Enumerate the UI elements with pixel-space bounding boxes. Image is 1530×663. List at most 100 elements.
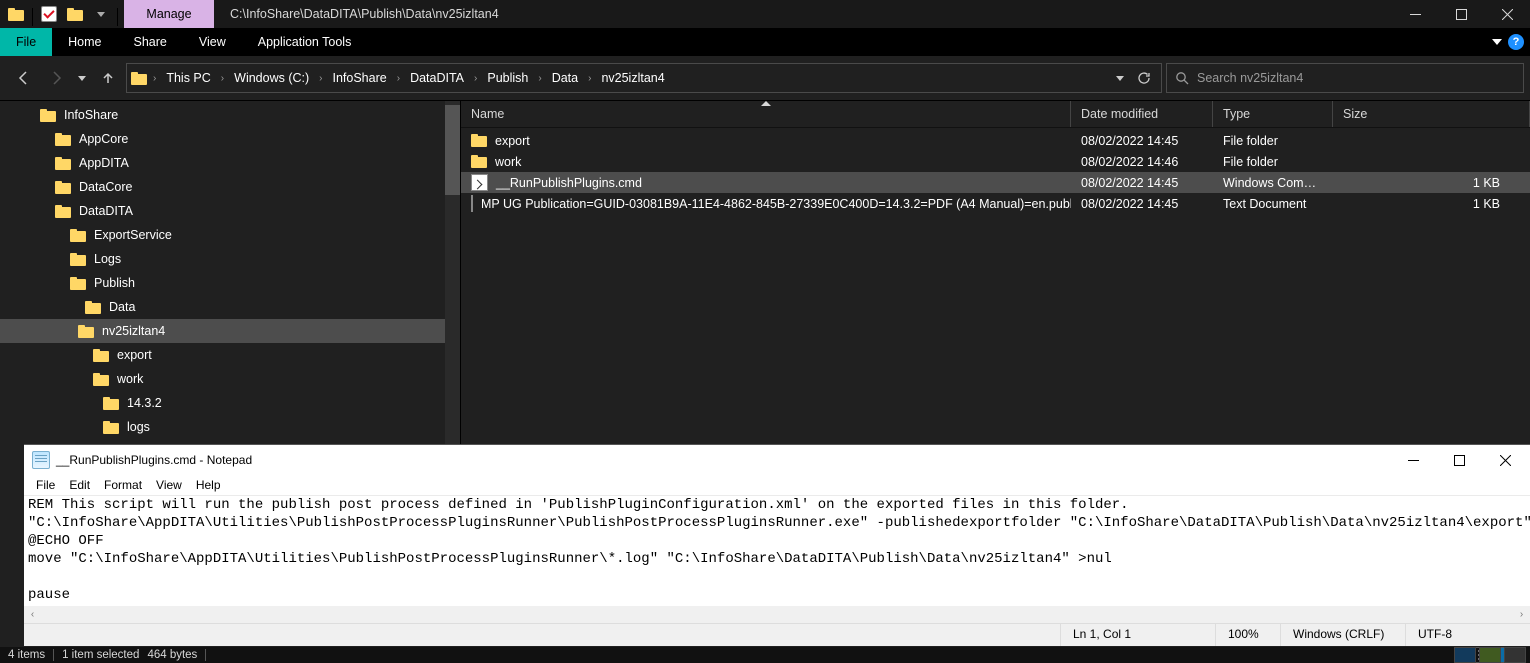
nav-back-button[interactable] [10,64,38,92]
notepad-menu-format[interactable]: Format [98,477,148,493]
folder-icon [93,373,109,386]
list-item[interactable]: work08/02/2022 14:46File folder [461,151,1530,172]
tree-item[interactable]: Publish [0,271,445,295]
address-folder-icon [131,72,147,85]
notepad-status-encoding: UTF-8 [1405,624,1530,646]
menu-view[interactable]: View [183,28,242,56]
qat-new-folder-icon[interactable] [63,0,87,28]
tray-icon[interactable] [1504,647,1526,663]
menu-file[interactable]: File [0,28,52,56]
notepad-window: __RunPublishPlugins.cmd - Notepad File E… [24,444,1530,646]
folder-icon [40,109,56,122]
column-header-date[interactable]: Date modified [1071,101,1213,127]
menu-home[interactable]: Home [52,28,117,56]
address-history-caret-icon[interactable] [1109,67,1131,89]
cmd-file-icon [471,174,488,191]
minimize-button[interactable] [1392,0,1438,28]
breadcrumb[interactable]: This PC [162,69,214,87]
column-header-type[interactable]: Type [1213,101,1333,127]
list-item[interactable]: MP UG Publication=GUID-03081B9A-11E4-486… [461,193,1530,214]
notepad-menu-file[interactable]: File [30,477,61,493]
tree-item[interactable]: DataDITA [0,199,445,223]
notepad-title-bar[interactable]: __RunPublishPlugins.cmd - Notepad [24,445,1530,475]
list-header: Name Date modified Type Size [461,101,1530,128]
notepad-status-eol: Windows (CRLF) [1280,624,1405,646]
notepad-menu-view[interactable]: View [150,477,188,493]
tree-item[interactable]: AppCore [0,127,445,151]
notepad-text-area[interactable]: REM This script will run the publish pos… [24,495,1530,606]
folder-icon [78,325,94,338]
nav-up-button[interactable] [94,64,122,92]
tree-item[interactable]: work [0,367,445,391]
ribbon-context-tab-manage[interactable]: Manage [124,0,214,28]
notepad-maximize-button[interactable] [1436,445,1482,475]
notepad-menu-help[interactable]: Help [190,477,227,493]
tree-item-label: Logs [94,252,121,266]
qat-customize-caret-icon[interactable] [89,0,113,28]
column-header-size[interactable]: Size [1333,101,1530,127]
tree-item-label: export [117,348,152,362]
chevron-right-icon: › [472,73,479,84]
maximize-button[interactable] [1438,0,1484,28]
search-input[interactable]: Search nv25izltan4 [1166,63,1524,93]
folder-icon [70,229,86,242]
tree-item-label: Data [109,300,135,314]
breadcrumb[interactable]: Data [548,69,582,87]
folder-icon [103,421,119,434]
tree-item[interactable]: 14.3.2 [0,391,445,415]
quick-access-toolbar [0,0,124,28]
tree-item[interactable]: export [0,343,445,367]
explorer-menu-bar: File Home Share View Application Tools ? [0,28,1530,56]
notepad-menu-edit[interactable]: Edit [63,477,96,493]
breadcrumb[interactable]: DataDITA [406,69,468,87]
qat-properties-icon[interactable] [37,0,61,28]
explorer-status-bar: 4 items 1 item selected 464 bytes [0,647,1530,663]
tree-item-label: InfoShare [64,108,118,122]
close-button[interactable] [1484,0,1530,28]
nav-history-dropdown[interactable] [74,64,90,92]
tree-item[interactable]: logs [0,415,445,439]
breadcrumb[interactable]: nv25izltan4 [597,69,668,87]
column-header-name[interactable]: Name [461,101,1071,127]
list-item[interactable]: __RunPublishPlugins.cmd08/02/2022 14:45W… [461,172,1530,193]
tray-icon[interactable] [1479,647,1501,663]
nav-forward-button[interactable] [42,64,70,92]
folder-icon [55,205,71,218]
qat-folder-icon[interactable] [4,0,28,28]
explorer-nav-bar: › This PC› Windows (C:)› InfoShare› Data… [0,56,1530,100]
breadcrumb[interactable]: Windows (C:) [230,69,313,87]
list-item-name: work [495,155,521,169]
tree-item-label: nv25izltan4 [102,324,165,338]
menu-share[interactable]: Share [118,28,183,56]
tree-item[interactable]: DataCore [0,175,445,199]
tray-icon[interactable] [1454,647,1476,663]
tree-item[interactable]: nv25izltan4 [0,319,445,343]
list-item[interactable]: export08/02/2022 14:45File folder [461,130,1530,151]
refresh-button[interactable] [1133,67,1155,89]
tree-item[interactable]: InfoShare [0,103,445,127]
notepad-close-button[interactable] [1482,445,1528,475]
tree-item[interactable]: AppDITA [0,151,445,175]
folder-icon [85,301,101,314]
notepad-minimize-button[interactable] [1390,445,1436,475]
status-separator [205,649,206,661]
scroll-left-icon[interactable]: ‹ [24,609,41,620]
help-icon[interactable]: ? [1508,34,1524,50]
scrollbar-thumb[interactable] [445,105,460,195]
search-placeholder: Search nv25izltan4 [1197,71,1303,85]
breadcrumb[interactable]: InfoShare [329,69,391,87]
menu-application-tools[interactable]: Application Tools [242,28,368,56]
scroll-right-icon[interactable]: › [1513,609,1530,620]
folder-icon [70,253,86,266]
address-bar[interactable]: › This PC› Windows (C:)› InfoShare› Data… [126,63,1162,93]
tree-item[interactable]: Data [0,295,445,319]
breadcrumb[interactable]: Publish [483,69,532,87]
chevron-right-icon: › [536,73,543,84]
ribbon-collapse-icon[interactable] [1492,39,1502,45]
notepad-horizontal-scrollbar[interactable]: ‹ › [24,606,1530,623]
file-list[interactable]: export08/02/2022 14:45File folderwork08/… [461,128,1530,214]
folder-icon [471,134,487,147]
status-items-count: 4 items [8,649,45,661]
tree-item[interactable]: ExportService [0,223,445,247]
tree-item[interactable]: Logs [0,247,445,271]
